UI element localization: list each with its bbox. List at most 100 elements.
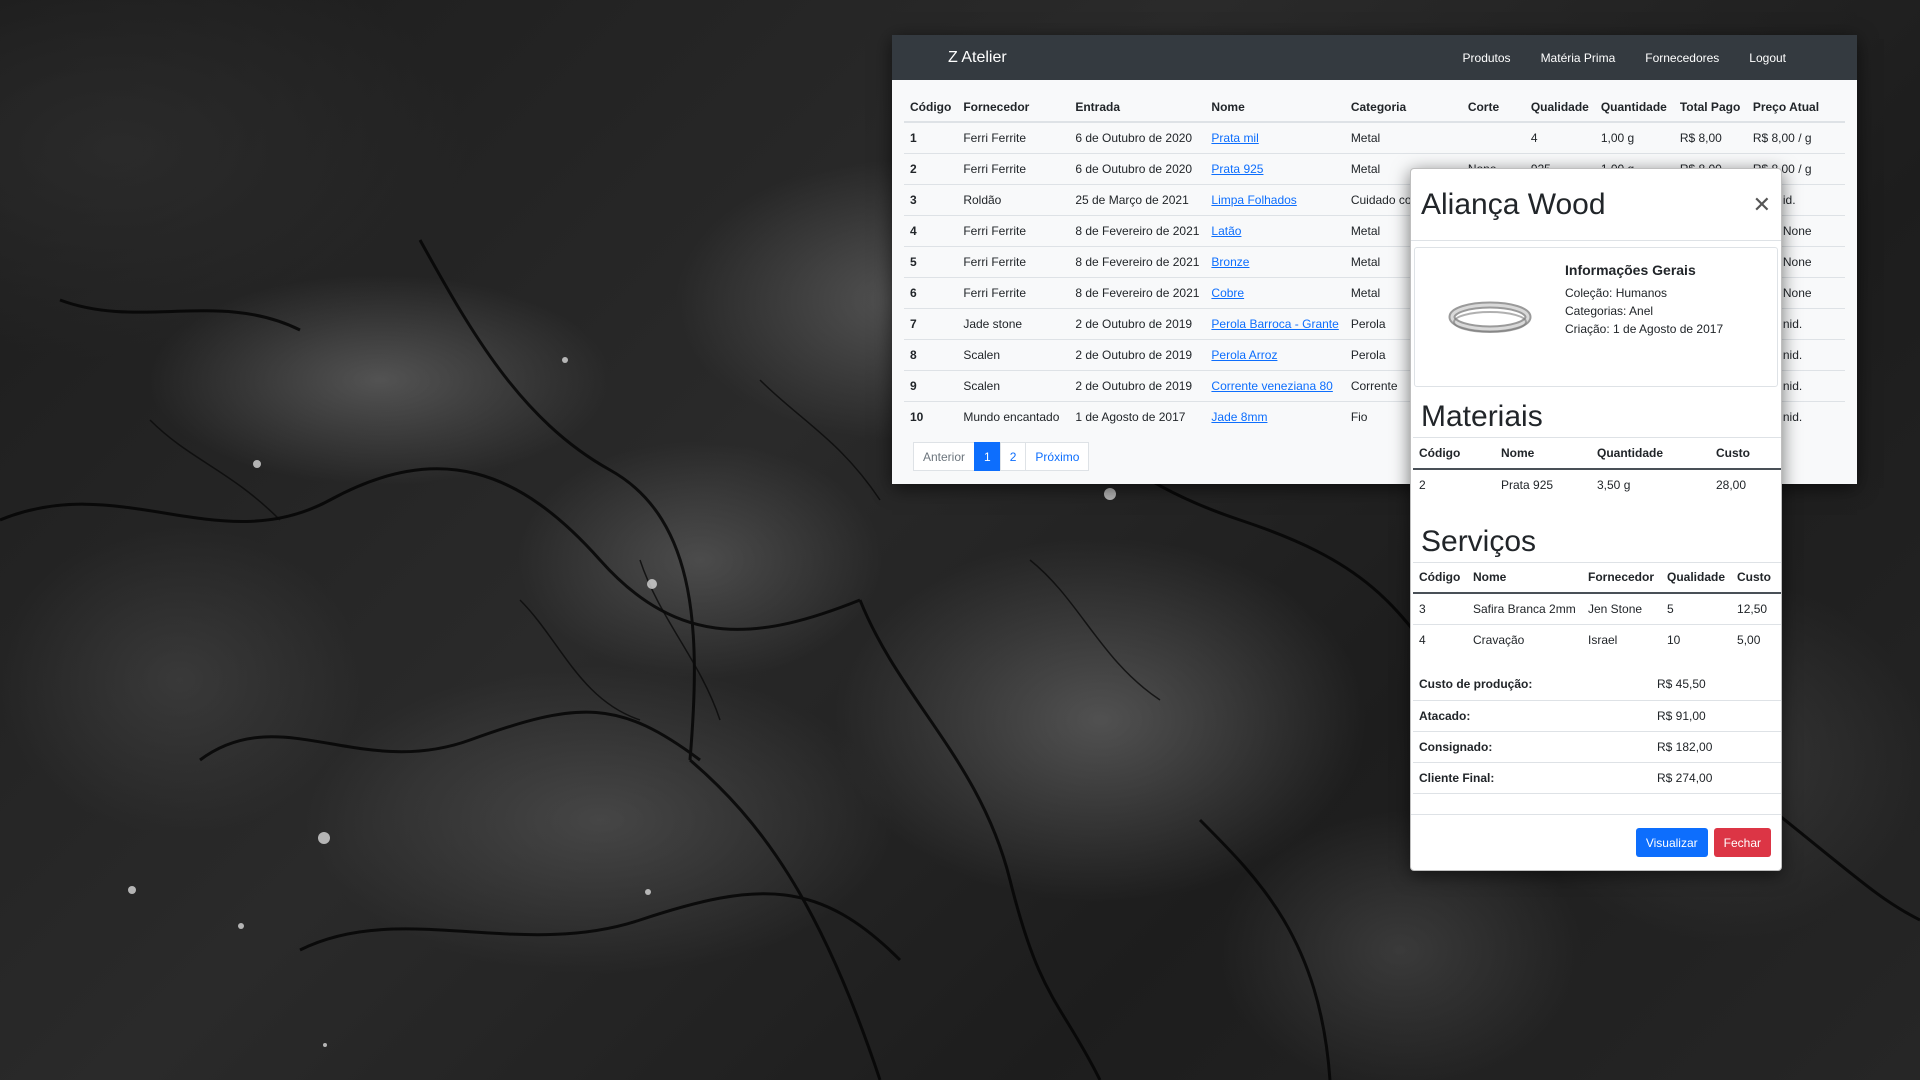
cell-codigo: 4 (904, 214, 958, 246)
cell-fornecedor: Ferri Ferrite (957, 152, 1070, 184)
nav-produtos[interactable]: Produtos (1448, 51, 1526, 65)
servicos-col-nome: Nome (1467, 561, 1582, 594)
navbar: Z Atelier Produtos Matéria Prima Fornece… (892, 35, 1857, 80)
cell-nome: Corrente veneziana 80 (1205, 369, 1345, 401)
col-qualidade: Qualidade (1524, 92, 1595, 123)
material-link[interactable]: Bronze (1211, 255, 1249, 269)
col-corte: Corte (1461, 92, 1525, 123)
modal-title: Aliança Wood (1421, 187, 1606, 221)
cell-codigo: 2 (904, 152, 958, 184)
cell-fornecedor: Jade stone (957, 307, 1070, 339)
close-icon[interactable]: ✕ (1753, 193, 1771, 216)
cell-fornecedor: Mundo encantado (957, 400, 1070, 432)
servicos-cell-codigo: 3 (1413, 592, 1467, 624)
nav-links: Produtos Matéria Prima Fornecedores Logo… (1448, 51, 1801, 65)
material-link[interactable]: Cobre (1211, 286, 1244, 300)
cell-codigo: 9 (904, 369, 958, 401)
servicos-table: Código Nome Fornecedor Qualidade Custo 3… (1413, 561, 1781, 655)
pagination-page-1[interactable]: 1 (974, 442, 1001, 471)
cell-fornecedor: Scalen (957, 338, 1070, 370)
material-link[interactable]: Limpa Folhados (1211, 193, 1296, 207)
materiais-col-nome: Nome (1495, 437, 1591, 470)
cell-codigo: 1 (904, 121, 958, 153)
cell-entrada: 8 de Fevereiro de 2021 (1069, 245, 1206, 277)
servicos-col-qualidade: Qualidade (1661, 561, 1732, 594)
pagination-next[interactable]: Próximo (1025, 442, 1090, 471)
total-label: Consignado: (1413, 731, 1651, 763)
servicos-cell-custo: 5,00 (1731, 623, 1781, 655)
material-link[interactable]: Perola Barroca - Grante (1211, 317, 1338, 331)
view-button[interactable]: Visualizar (1635, 828, 1708, 857)
cell-entrada: 8 de Fevereiro de 2021 (1069, 276, 1206, 308)
cell-fornecedor: Ferri Ferrite (957, 276, 1070, 308)
material-link[interactable]: Prata mil (1211, 131, 1258, 145)
material-link[interactable]: Perola Arroz (1211, 348, 1277, 362)
table-row: 3 Safira Branca 2mm Jen Stone 5 12,50 (1413, 592, 1781, 624)
servicos-cell-fornecedor: Jen Stone (1582, 592, 1661, 624)
materiais-header-row: Código Nome Quantidade Custo (1413, 437, 1781, 470)
cell-fornecedor: Ferri Ferrite (957, 214, 1070, 246)
cell-nome: Latão (1205, 214, 1345, 246)
cell-fornecedor: Ferri Ferrite (957, 245, 1070, 277)
table-header-row: Código Fornecedor Entrada Nome Categoria… (904, 92, 1845, 123)
material-link[interactable]: Latão (1211, 224, 1241, 238)
col-fornecedor: Fornecedor (957, 92, 1070, 123)
cell-nome: Cobre (1205, 276, 1345, 308)
product-modal: Aliança Wood ✕ Informações Gerais Coleçã… (1410, 168, 1782, 871)
cell-total: R$ 8,00 (1673, 121, 1747, 153)
cell-qualidade: 4 (1524, 121, 1595, 153)
total-value: R$ 182,00 (1651, 731, 1781, 763)
cell-nome: Perola Arroz (1205, 338, 1345, 370)
close-button[interactable]: Fechar (1713, 828, 1771, 857)
servicos-cell-custo: 12,50 (1731, 592, 1781, 624)
cell-fornecedor: Roldão (957, 183, 1070, 215)
cell-nome: Perola Barroca - Grante (1205, 307, 1345, 339)
materiais-col-codigo: Código (1413, 437, 1495, 470)
col-nome: Nome (1205, 92, 1345, 123)
cell-entrada: 2 de Outubro de 2019 (1069, 338, 1206, 370)
materiais-col-custo: Custo (1710, 437, 1781, 470)
cell-codigo: 5 (904, 245, 958, 277)
cell-nome: Prata mil (1205, 121, 1345, 153)
general-info-card: Informações Gerais Coleção: Humanos Cate… (1414, 247, 1778, 387)
nav-logout[interactable]: Logout (1734, 51, 1801, 65)
product-image (1415, 248, 1565, 386)
cell-codigo: 7 (904, 307, 958, 339)
cell-categoria: Metal (1344, 121, 1462, 153)
cell-corte (1461, 121, 1525, 153)
total-value: R$ 91,00 (1651, 700, 1781, 732)
material-link[interactable]: Corrente veneziana 80 (1211, 379, 1332, 393)
servicos-col-custo: Custo (1731, 561, 1781, 594)
material-link[interactable]: Jade 8mm (1211, 410, 1267, 424)
cell-preco: R$ 8,00 / g (1746, 121, 1845, 153)
table-row: 2 Prata 925 3,50 g 28,00 (1413, 468, 1781, 500)
cell-quantidade: 1,00 g (1594, 121, 1674, 153)
nav-fornecedores[interactable]: Fornecedores (1630, 51, 1734, 65)
servicos-cell-fornecedor: Israel (1582, 623, 1661, 655)
materiais-table: Código Nome Quantidade Custo 2 Prata 925… (1413, 437, 1781, 500)
table-row: 4 Cravação Israel 10 5,00 (1413, 623, 1781, 655)
col-codigo: Código (904, 92, 958, 123)
material-link[interactable]: Prata 925 (1211, 162, 1263, 176)
cell-nome: Prata 925 (1205, 152, 1345, 184)
cell-nome: Jade 8mm (1205, 400, 1345, 432)
col-total-pago: Total Pago (1673, 92, 1747, 123)
pagination-prev[interactable]: Anterior (913, 442, 976, 471)
materiais-title: Materiais (1421, 400, 1543, 433)
total-row-cliente-final: Cliente Final: R$ 274,00 (1413, 762, 1781, 794)
servicos-col-fornecedor: Fornecedor (1582, 561, 1661, 594)
materiais-col-quantidade: Quantidade (1591, 437, 1710, 470)
info-criacao: Criação: 1 de Agosto de 2017 (1565, 322, 1724, 336)
cell-entrada: 8 de Fevereiro de 2021 (1069, 214, 1206, 246)
total-value: R$ 274,00 (1651, 762, 1781, 794)
cell-codigo: 10 (904, 400, 958, 432)
brand-logo[interactable]: Z Atelier (948, 49, 1448, 67)
col-entrada: Entrada (1069, 92, 1206, 123)
pagination-page-2[interactable]: 2 (999, 442, 1027, 471)
servicos-cell-qualidade: 5 (1661, 592, 1732, 624)
cell-entrada: 1 de Agosto de 2017 (1069, 400, 1206, 432)
materiais-cell-custo: 28,00 (1710, 468, 1781, 500)
cell-nome: Limpa Folhados (1205, 183, 1345, 215)
modal-header: Aliança Wood ✕ (1411, 169, 1781, 241)
nav-materia-prima[interactable]: Matéria Prima (1526, 51, 1631, 65)
